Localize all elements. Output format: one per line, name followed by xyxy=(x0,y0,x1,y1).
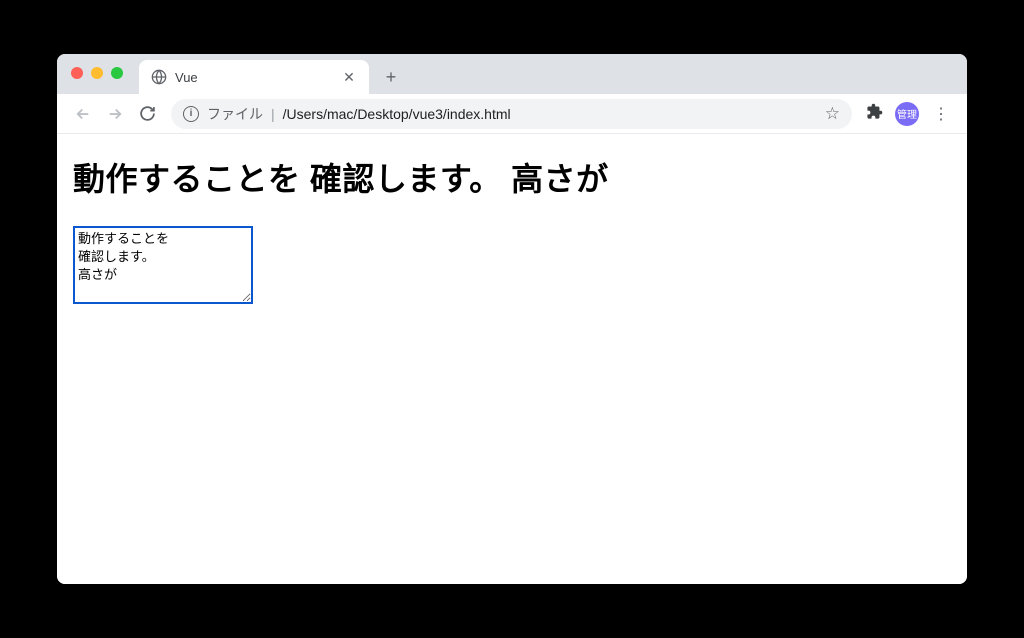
url-divider: | xyxy=(271,106,275,122)
back-button[interactable] xyxy=(69,100,97,128)
url-input[interactable]: i ファイル | /Users/mac/Desktop/vue3/index.h… xyxy=(171,99,852,129)
url-path: /Users/mac/Desktop/vue3/index.html xyxy=(283,106,511,122)
page-content: 動作することを 確認します。 高さが xyxy=(57,134,967,584)
maximize-window-button[interactable] xyxy=(111,67,123,79)
browser-window: Vue ✕ + i ファイル | /Users/mac/Desktop/vue3… xyxy=(57,54,967,584)
message-textarea[interactable] xyxy=(73,226,253,304)
reload-button[interactable] xyxy=(133,100,161,128)
extensions-icon[interactable] xyxy=(862,103,887,125)
address-bar: i ファイル | /Users/mac/Desktop/vue3/index.h… xyxy=(57,94,967,134)
new-tab-button[interactable]: + xyxy=(377,63,405,91)
info-icon: i xyxy=(183,106,199,122)
window-controls xyxy=(71,67,123,79)
forward-button[interactable] xyxy=(101,100,129,128)
browser-tab[interactable]: Vue ✕ xyxy=(139,60,369,94)
close-tab-button[interactable]: ✕ xyxy=(341,69,357,85)
menu-button[interactable]: ⋮ xyxy=(927,100,955,128)
globe-icon xyxy=(151,69,167,85)
minimize-window-button[interactable] xyxy=(91,67,103,79)
tab-bar: Vue ✕ + xyxy=(57,54,967,94)
page-heading: 動作することを 確認します。 高さが xyxy=(73,154,951,200)
url-scheme-label: ファイル xyxy=(207,104,263,124)
close-window-button[interactable] xyxy=(71,67,83,79)
bookmark-star-icon[interactable]: ☆ xyxy=(825,104,840,124)
tab-title: Vue xyxy=(175,70,333,85)
profile-badge[interactable]: 管理 xyxy=(895,102,919,126)
